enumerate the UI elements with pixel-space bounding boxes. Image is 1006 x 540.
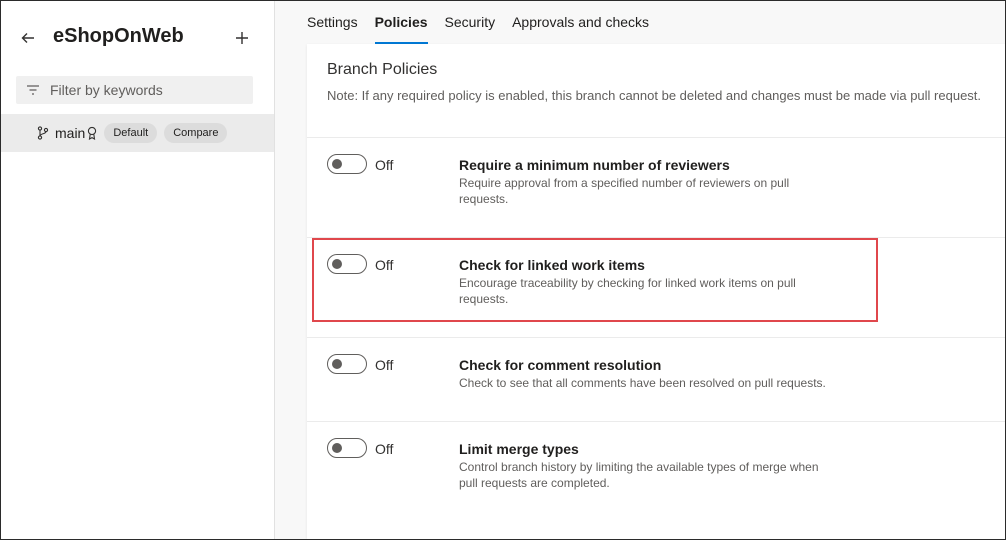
section-title: Branch Policies <box>327 61 438 78</box>
toggle-knob <box>332 259 342 269</box>
settings-tabs: Settings Policies Security Approvals and… <box>307 0 666 44</box>
add-button[interactable] <box>230 26 254 50</box>
branch-icon <box>37 126 49 140</box>
policy-description: Control branch history by limiting the a… <box>459 460 819 490</box>
tab-approvals-and-checks[interactable]: Approvals and checks <box>512 0 649 44</box>
filter-box <box>16 76 253 104</box>
tab-security[interactable]: Security <box>445 0 496 44</box>
filter-input[interactable] <box>50 82 240 98</box>
badge-icon <box>88 126 97 140</box>
toggle-state-label: Off <box>375 441 394 457</box>
policy-description: Require approval from a specified number… <box>459 176 790 206</box>
divider <box>307 421 1005 422</box>
back-button[interactable] <box>16 26 40 50</box>
branch-name: main <box>55 125 86 141</box>
policy-title: Require a minimum number of reviewers <box>459 157 730 173</box>
tab-policies[interactable]: Policies <box>374 0 428 44</box>
divider <box>307 237 1005 238</box>
compare-button[interactable]: Compare <box>164 123 228 143</box>
toggle-knob <box>332 159 342 169</box>
plus-icon <box>236 32 248 44</box>
filter-icon <box>27 85 39 95</box>
toggle-state-label: Off <box>375 357 394 373</box>
policy-title: Check for linked work items <box>459 257 645 273</box>
policy-title: Limit merge types <box>459 441 579 457</box>
policy-toggle[interactable] <box>327 254 367 274</box>
section-note: Note: If any required policy is enabled,… <box>327 88 982 103</box>
default-badge: Default <box>104 123 158 143</box>
branch-sidebar: eShopOnWeb main Default Compare <box>0 0 275 540</box>
tab-settings[interactable]: Settings <box>307 0 358 44</box>
arrow-left-icon <box>21 33 34 43</box>
repo-title: eShopOnWeb <box>53 25 184 47</box>
policy-title: Check for comment resolution <box>459 357 662 373</box>
policy-description: Check to see that all comments have been… <box>459 376 826 390</box>
toggle-state-label: Off <box>375 257 394 273</box>
branch-row-main[interactable]: main Default Compare <box>0 114 274 152</box>
policy-toggle[interactable] <box>327 154 367 174</box>
toggle-state-label: Off <box>375 157 394 173</box>
toggle-knob <box>332 359 342 369</box>
policy-description: Encourage traceability by checking for l… <box>459 276 796 306</box>
policy-toggle[interactable] <box>327 354 367 374</box>
divider <box>307 137 1005 138</box>
divider <box>307 337 1005 338</box>
policy-toggle[interactable] <box>327 438 367 458</box>
toggle-knob <box>332 443 342 453</box>
branch-policies-card: Branch Policies Note: If any required po… <box>307 44 1005 539</box>
